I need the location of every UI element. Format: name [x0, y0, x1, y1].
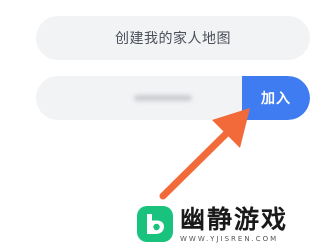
watermark: 幽静游戏 WWW.YJISREN.COM: [136, 205, 288, 243]
create-family-map-button[interactable]: 创建我的家人地图: [36, 16, 310, 60]
join-button-label: 加入: [261, 91, 291, 107]
join-code-row: 加入: [36, 76, 310, 120]
blurred-code-value: [134, 95, 192, 101]
watermark-url: WWW.YJISREN.COM: [180, 234, 279, 243]
brand-logo-icon: [137, 206, 173, 242]
screen: 创建我的家人地图 加入 幽静游戏 WWW.YJISREN.COM: [0, 0, 330, 252]
create-family-map-label: 创建我的家人地图: [115, 31, 231, 47]
join-button[interactable]: 加入: [242, 76, 310, 120]
watermark-name: 幽静游戏: [180, 204, 289, 234]
